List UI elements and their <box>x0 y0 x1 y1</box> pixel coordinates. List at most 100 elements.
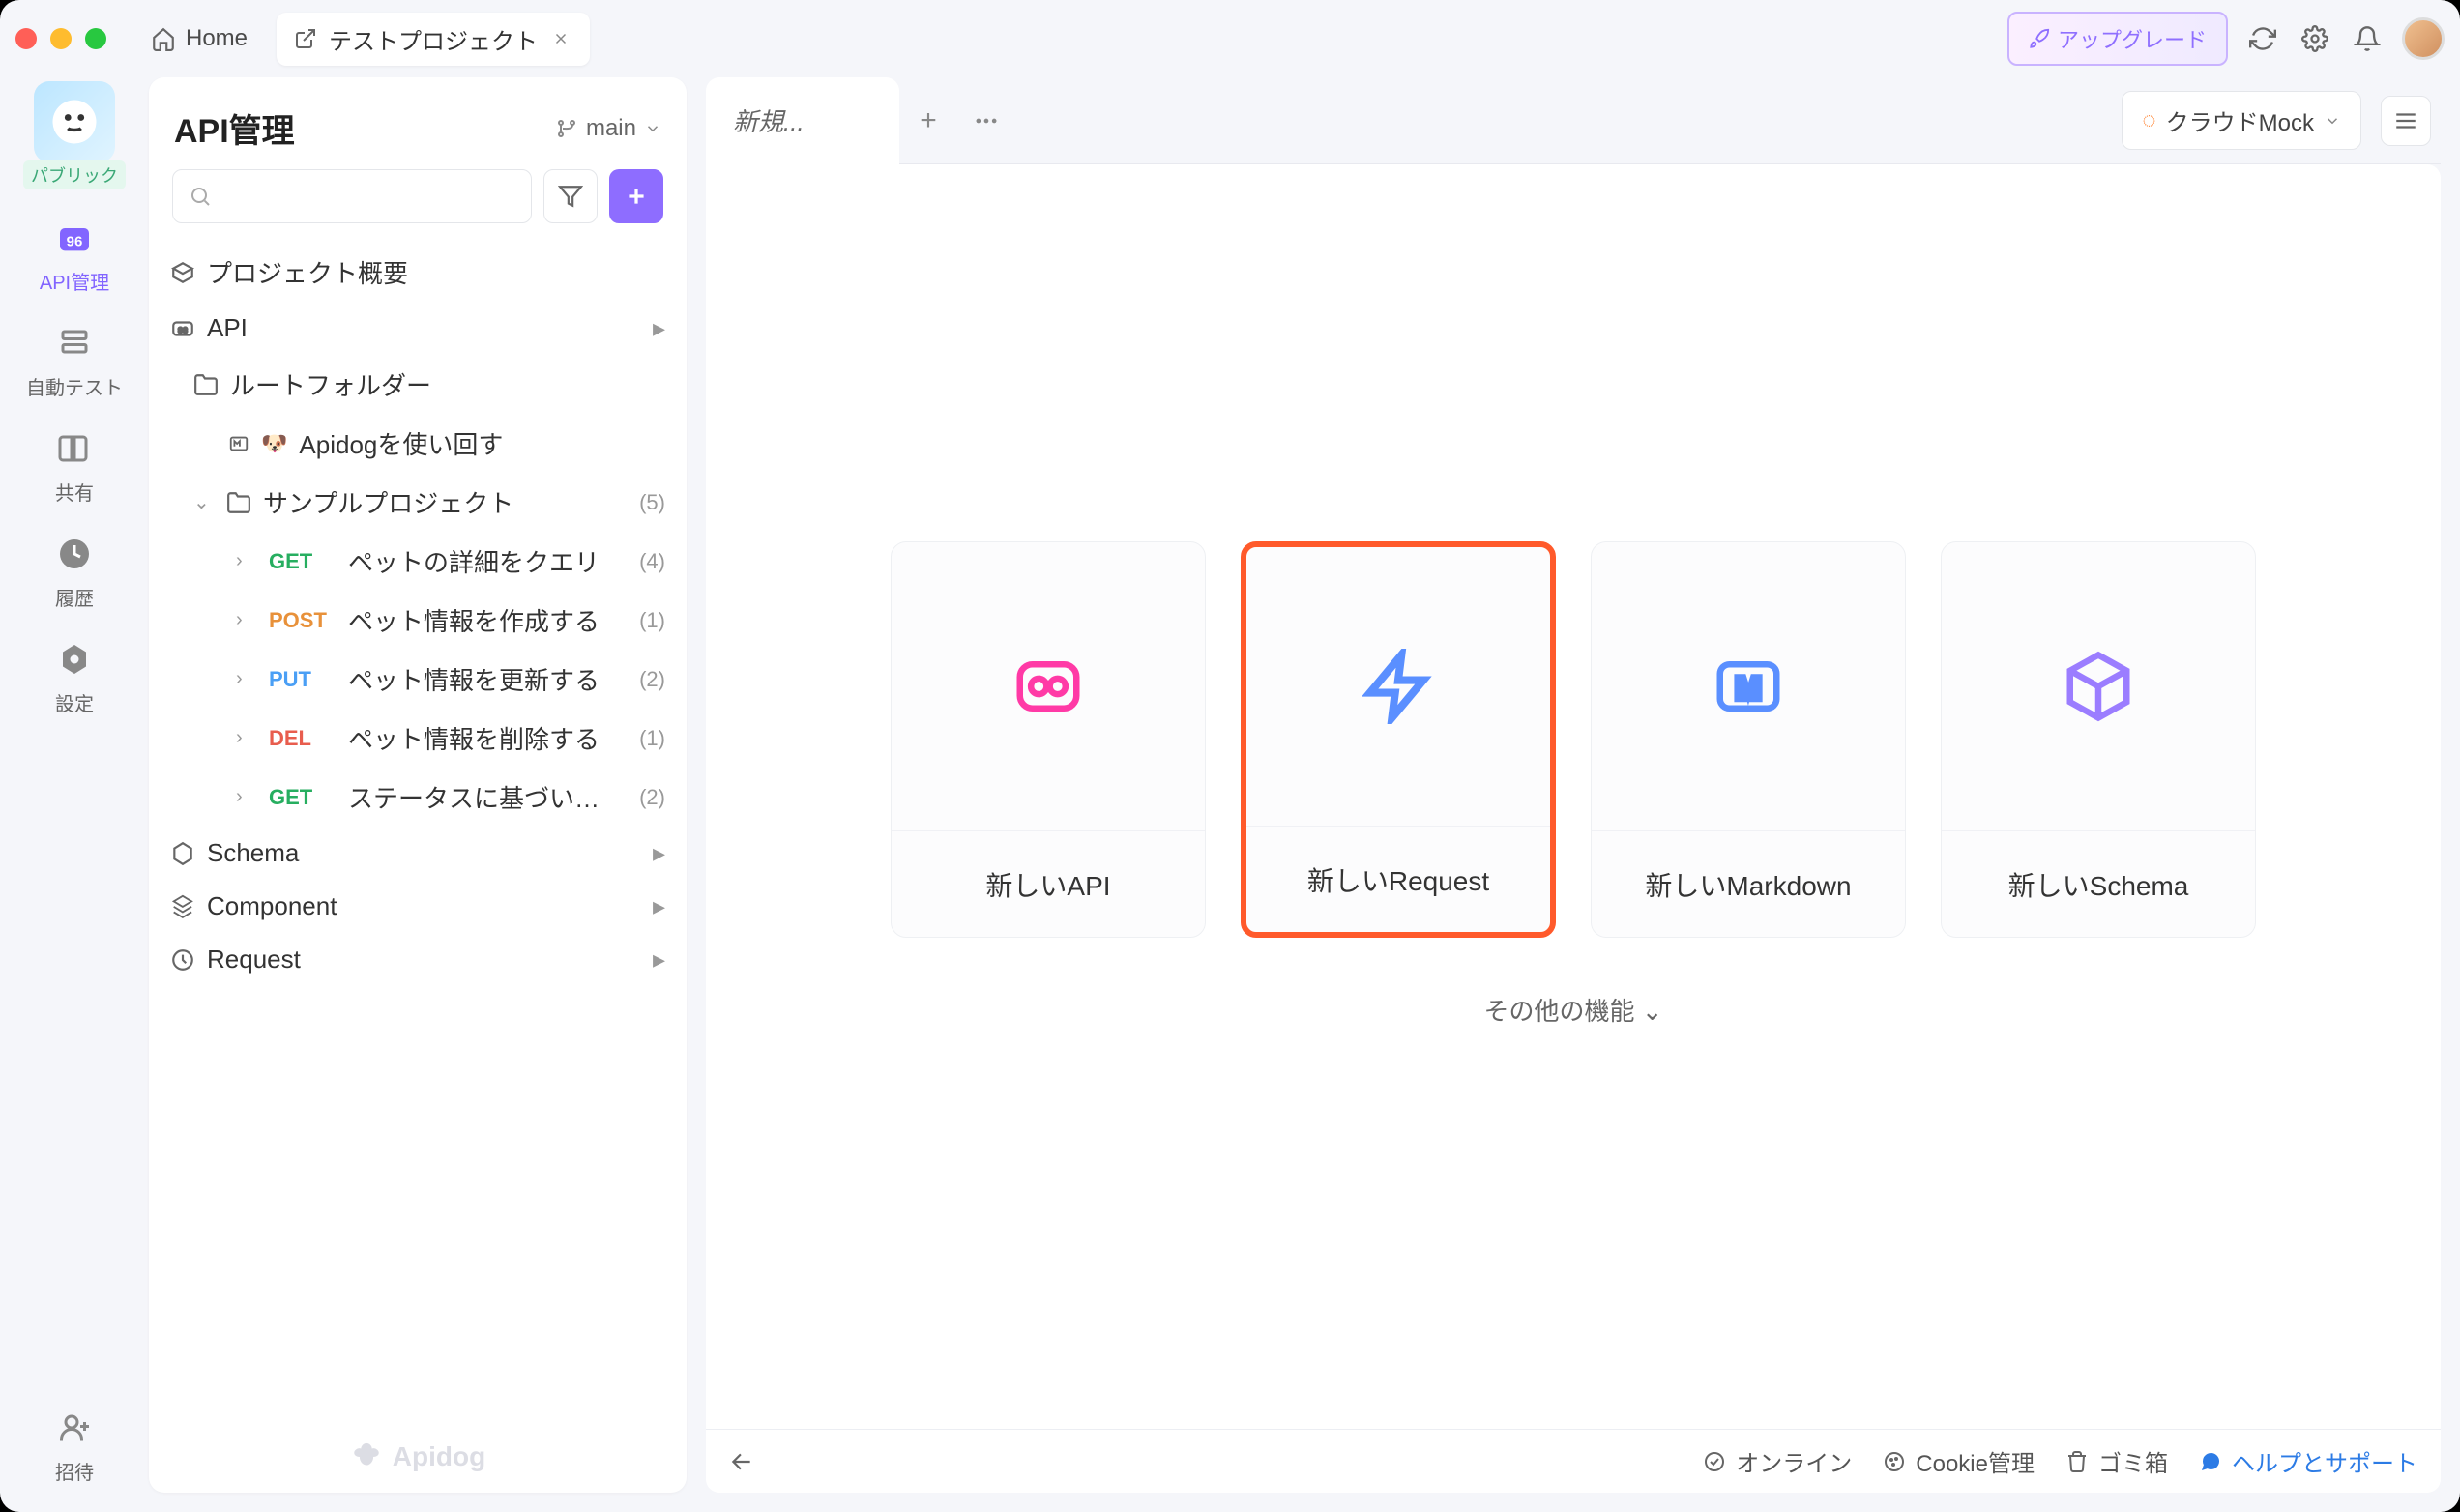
method-badge: DEL <box>269 726 337 751</box>
tree-sample-project[interactable]: ⌄ サンプルプロジェクト (5) <box>159 473 677 532</box>
rail-item-label: 設定 <box>55 688 94 716</box>
svg-text:M: M <box>1735 671 1761 706</box>
status-cookie[interactable]: Cookie管理 <box>1883 1444 2035 1478</box>
tree-api-root[interactable]: 96 API ▸ <box>159 302 677 355</box>
nut-icon <box>57 642 92 677</box>
home-tab[interactable]: Home <box>133 15 265 62</box>
chevron-right-icon: › <box>236 668 257 690</box>
rail-item-history[interactable]: 履歴 <box>53 533 96 611</box>
rocket-icon <box>2029 28 2050 49</box>
upgrade-label: アップグレード <box>2058 23 2207 54</box>
rail-item-invite[interactable]: 招待 <box>53 1407 96 1485</box>
collapse-sidebar-button[interactable] <box>729 1449 754 1474</box>
project-tab-label: テストプロジェクト <box>329 22 538 56</box>
tree-endpoint[interactable]: › PUT ペット情報を更新する (2) <box>159 650 677 709</box>
tree-endpoint[interactable]: › GET ステータスに基づい… (2) <box>159 768 677 827</box>
user-avatar[interactable] <box>2402 17 2445 60</box>
upgrade-button[interactable]: アップグレード <box>2007 12 2228 66</box>
method-badge: PUT <box>269 667 337 692</box>
close-icon <box>552 30 570 47</box>
maximize-window-button[interactable] <box>85 28 106 49</box>
search-input[interactable] <box>172 169 532 223</box>
request-icon <box>170 947 195 973</box>
item-count: (4) <box>639 549 665 574</box>
env-status-icon: ◌ <box>2142 107 2155 134</box>
rail-item-api[interactable]: 96 API管理 <box>40 217 109 295</box>
tree-schema[interactable]: Schema ▸ <box>159 827 677 880</box>
user-plus-icon <box>57 1410 92 1445</box>
endpoint-label: ペット情報を更新する <box>348 661 628 697</box>
tree-label: Request <box>207 945 641 974</box>
filter-icon <box>558 184 583 209</box>
close-tab-button[interactable] <box>549 27 572 50</box>
endpoint-label: ペットの詳細をクエリ <box>348 543 628 579</box>
more-features-label: その他の機能 <box>1483 997 1634 1026</box>
tree-root-folder[interactable]: ルートフォルダー <box>159 355 677 414</box>
project-avatar[interactable] <box>34 81 115 162</box>
tree-endpoint[interactable]: › POST ペット情報を作成する (1) <box>159 591 677 650</box>
notifications-button[interactable] <box>2350 21 2385 56</box>
bell-icon <box>2354 25 2381 52</box>
window-controls <box>15 28 106 49</box>
titlebar-right: アップグレード <box>2007 12 2445 66</box>
project-visibility-badge: パブリック <box>23 160 126 189</box>
add-button[interactable] <box>609 169 663 223</box>
rail-item-test[interactable]: 自動テスト <box>26 322 123 400</box>
svg-text:96: 96 <box>178 325 188 334</box>
lightning-icon <box>1361 649 1436 724</box>
rail-item-share[interactable]: 共有 <box>53 427 96 506</box>
api-tree: プロジェクト概要 96 API ▸ ルートフォルダー 🐶 Apidogを使い回す <box>149 243 687 1421</box>
status-label: Cookie管理 <box>1916 1444 2035 1478</box>
item-count: (1) <box>639 726 665 751</box>
sidebar-tools <box>149 169 687 243</box>
minimize-window-button[interactable] <box>50 28 72 49</box>
more-features-button[interactable]: その他の機能 ⌄ <box>706 938 2441 1028</box>
status-online[interactable]: オンライン <box>1703 1444 1852 1478</box>
method-badge: GET <box>269 785 337 810</box>
tree-component[interactable]: Component ▸ <box>159 880 677 933</box>
tree-endpoint[interactable]: › DEL ペット情報を削除する (1) <box>159 709 677 768</box>
tree-endpoint[interactable]: › GET ペットの詳細をクエリ (4) <box>159 532 677 591</box>
item-count: (2) <box>639 667 665 692</box>
gear-icon <box>2301 25 2328 52</box>
tree-request[interactable]: Request ▸ <box>159 933 677 986</box>
add-tab-button[interactable]: + <box>899 104 957 137</box>
tree-project-overview[interactable]: プロジェクト概要 <box>159 243 677 302</box>
card-label: 新しいAPI <box>892 830 1205 937</box>
card-new-api[interactable]: 新しいAPI <box>891 541 1206 938</box>
chevron-right-icon: › <box>236 727 257 749</box>
environment-selector[interactable]: ◌ クラウドMock <box>2122 91 2361 150</box>
api-badge-icon: 96 <box>170 316 195 341</box>
sidebar: API管理 main <box>149 77 687 1493</box>
tree-apidog-sample[interactable]: 🐶 Apidogを使い回す <box>159 414 677 473</box>
close-window-button[interactable] <box>15 28 37 49</box>
status-help[interactable]: ヘルプとサポート <box>2199 1444 2417 1478</box>
svg-text:96: 96 <box>67 233 83 249</box>
endpoint-label: ペット情報を作成する <box>348 602 628 638</box>
chevron-right-icon: › <box>236 786 257 808</box>
branch-name: main <box>586 115 636 142</box>
main-menu-button[interactable] <box>2381 96 2431 146</box>
tab-overflow-button[interactable] <box>957 107 1015 134</box>
rail-item-settings[interactable]: 設定 <box>53 638 96 716</box>
refresh-button[interactable] <box>2245 21 2280 56</box>
apidog-logo-icon <box>350 1440 383 1473</box>
project-tab[interactable]: テストプロジェクト <box>277 13 590 66</box>
rail-item-label: 招待 <box>55 1457 94 1485</box>
filter-button[interactable] <box>543 169 598 223</box>
main-tab-new[interactable]: 新規... <box>706 77 899 164</box>
sidebar-title: API管理 <box>174 104 295 152</box>
endpoint-label: ステータスに基づい… <box>348 779 628 815</box>
branch-selector[interactable]: main <box>555 115 661 142</box>
layers-icon <box>170 894 195 919</box>
rail-item-label: API管理 <box>40 267 109 295</box>
card-new-schema[interactable]: 新しいSchema <box>1941 541 2256 938</box>
plus-icon <box>624 184 649 209</box>
tree-label: ルートフォルダー <box>230 366 665 402</box>
settings-button[interactable] <box>2298 21 2332 56</box>
card-new-markdown[interactable]: M 新しいMarkdown <box>1591 541 1906 938</box>
app-window: Home テストプロジェクト アップグレード <box>0 0 2460 1512</box>
status-trash[interactable]: ゴミ箱 <box>2065 1444 2168 1478</box>
card-new-request[interactable]: 新しいRequest <box>1241 541 1556 938</box>
main-tab-label: 新規... <box>733 102 805 138</box>
